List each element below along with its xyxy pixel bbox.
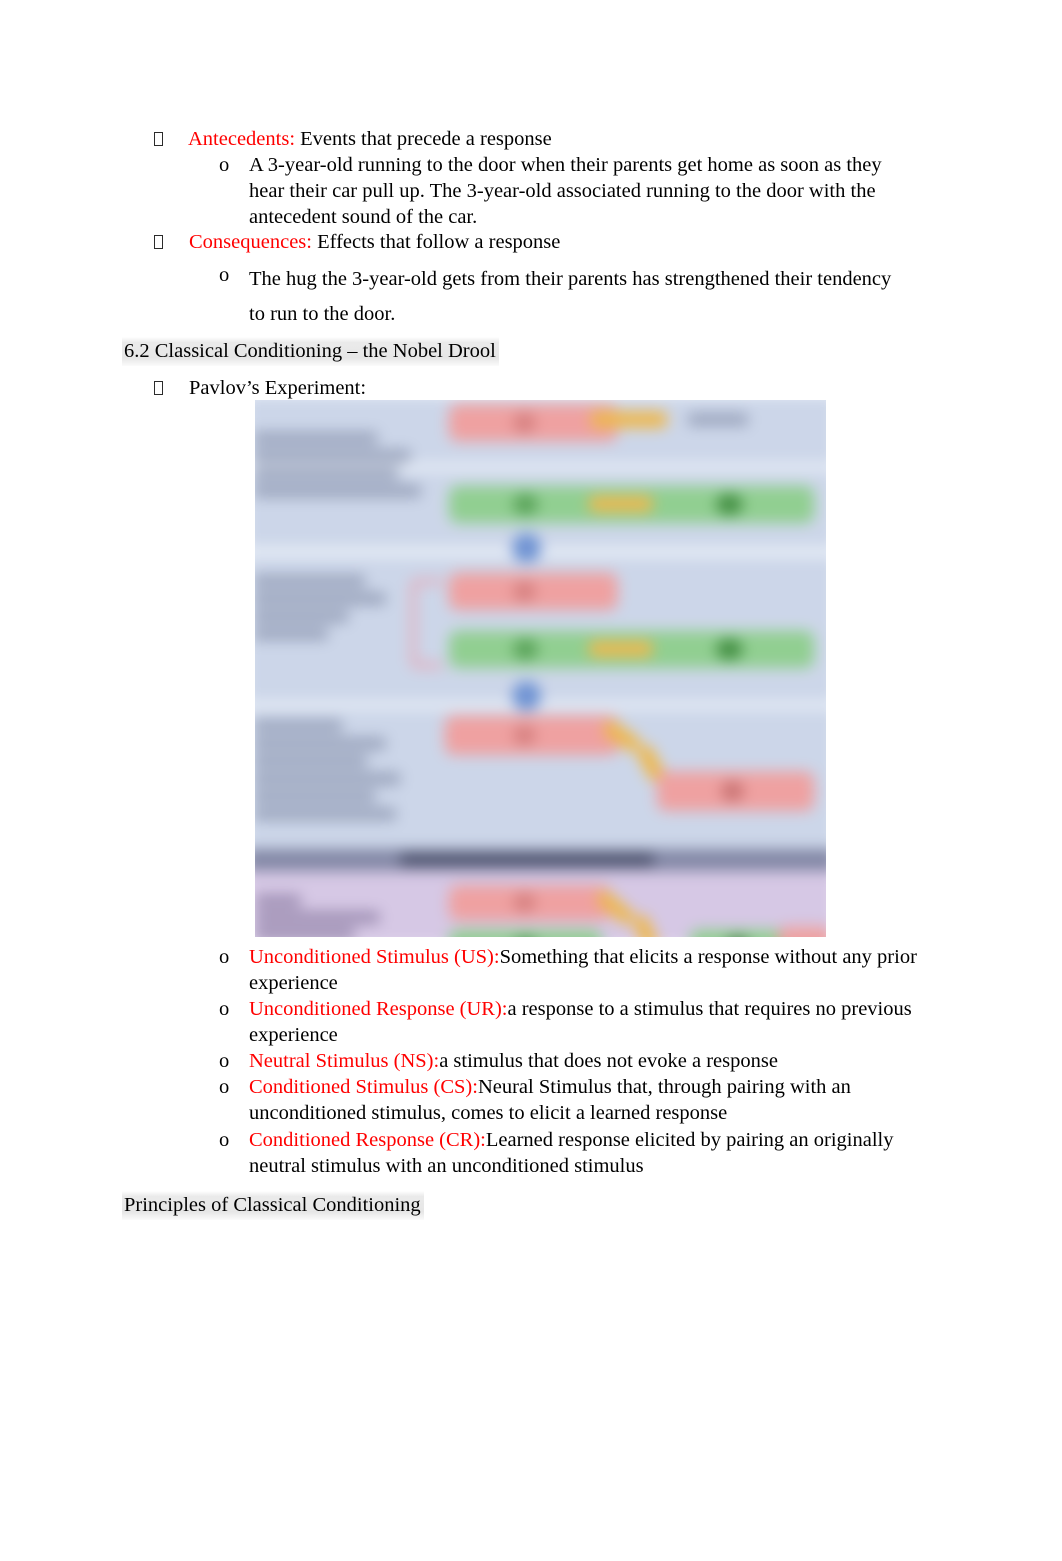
pavlov-classical-conditioning-diagram — [255, 400, 826, 937]
antecedents-term: Antecedents: — [188, 128, 296, 150]
diagram-p1-ur-glyph-right — [715, 494, 743, 515]
definition-us: Unconditioned Stimulus (US):Something th… — [249, 944, 949, 996]
antecedents-example-line-2: hear their car pull up. The 3-year-old a… — [249, 180, 876, 202]
definition-ur-text: a response to a stimulus that requires n… — [507, 998, 912, 1020]
diagram-p3-caption-line-2 — [255, 737, 386, 750]
diagram-p4-cr-box-left — [448, 929, 603, 937]
document-page: Antecedents: Events that precede a respo… — [0, 0, 1062, 1561]
definition-ns: Neutral Stimulus (NS):a stimulus that do… — [249, 1048, 949, 1074]
closing-heading: Principles of Classical Conditioning — [122, 1191, 424, 1220]
diagram-p2-pairing-bracket — [410, 578, 443, 668]
definition-us-term: Unconditioned Stimulus (US): — [249, 946, 500, 968]
antecedents-definition: Events that precede a response — [295, 128, 552, 150]
definition-cr-text: Learned response elicited by pairing an … — [485, 1129, 894, 1151]
diagram-p3-caption-line-6 — [255, 807, 397, 821]
diagram-p1-ur-box — [448, 485, 815, 524]
diagram-p2-ur-glyph-left — [513, 639, 538, 660]
diagram-p4-cr-glyph-left — [513, 936, 538, 937]
diagram-p4-cs-box — [448, 885, 611, 921]
square-bullet-icon-antecedents — [154, 126, 163, 152]
diagram-p3-cs-glyph — [513, 724, 536, 746]
diagram-p4-caption-line-3 — [255, 927, 355, 937]
definition-marker-ur: o — [219, 998, 230, 1020]
definition-us-line-1: Unconditioned Stimulus (US):Something th… — [249, 944, 949, 970]
diagram-p3-cr-box — [656, 771, 815, 811]
definition-us-line-2: experience — [249, 972, 338, 994]
consequences-definition: Effects that follow a response — [311, 231, 561, 253]
diagram-p2-ns-box — [448, 572, 618, 611]
square-bullet-icon-pavlov — [154, 375, 163, 401]
diagram-inner — [255, 400, 826, 937]
definition-cs-term: Conditioned Stimulus (CS): — [249, 1076, 478, 1098]
consequences-example-line-2: to run to the door. — [249, 303, 396, 325]
consequences-example-line-1: The hug the 3-year-old gets from their p… — [249, 268, 892, 290]
diagram-p3-caption-line-4 — [255, 772, 401, 785]
diagram-row-gap-3 — [255, 701, 826, 710]
diagram-p1-caption-line-2 — [255, 449, 411, 463]
definition-ur-line-1: Unconditioned Response (UR):a response t… — [249, 996, 949, 1022]
diagram-p2-ns-glyph — [513, 581, 536, 602]
diagram-p3-caption-line-3 — [255, 754, 368, 768]
definition-cs-line-2: unconditioned stimulus, comes to elicit … — [249, 1102, 728, 1124]
definition-marker-us: o — [219, 946, 230, 968]
definition-cs-line-1: Conditioned Stimulus (CS):Neural Stimulu… — [249, 1074, 949, 1100]
definition-us-text: Something that elicits a response withou… — [499, 946, 917, 968]
definition-ur: Unconditioned Response (UR):a response t… — [249, 996, 949, 1048]
definition-ns-line-1: Neutral Stimulus (NS):a stimulus that do… — [249, 1048, 949, 1074]
diagram-plus-dot-1 — [512, 533, 542, 563]
diagram-p2-ur-glyph-right — [715, 639, 743, 660]
antecedents-example-line-1: A 3-year-old running to the door when th… — [249, 154, 882, 176]
diagram-p4-cs-glyph — [513, 892, 536, 913]
definition-cr-line-2: neutral stimulus with an unconditioned s… — [249, 1155, 644, 1177]
diagram-p4-caption-line-1 — [255, 894, 301, 908]
section-heading: 6.2 Classical Conditioning – the Nobel D… — [122, 337, 499, 366]
consequences-example: The hug the 3-year-old gets from their p… — [249, 262, 939, 332]
diagram-p1-us-glyph — [513, 412, 536, 434]
definition-marker-ns: o — [219, 1050, 230, 1072]
definition-ns-text: a stimulus that does not evoke a respons… — [439, 1050, 778, 1072]
diagram-p3-caption-line-5 — [255, 790, 376, 803]
diagram-p3-cs-box — [444, 715, 619, 755]
diagram-plus-dot-2 — [512, 681, 542, 711]
definition-marker-cs: o — [219, 1076, 230, 1098]
diagram-p2-caption-line-4 — [255, 627, 328, 641]
pavlov-experiment-label: Pavlov’s Experiment: — [189, 377, 367, 399]
diagram-p2-caption-line-2 — [255, 592, 386, 605]
definition-cr-term: Conditioned Response (CR): — [249, 1129, 486, 1151]
definition-ur-line-2: experience — [249, 1024, 338, 1046]
diagram-p1-caption-line-4 — [255, 484, 421, 498]
diagram-divider-bar — [255, 849, 826, 871]
diagram-p1-ur-arrow — [588, 496, 653, 512]
diagram-p2-caption-line-3 — [255, 610, 349, 623]
diagram-p1-caption-line-1 — [255, 432, 378, 445]
diagram-p2-ur-arrow — [588, 641, 653, 657]
antecedents-heading-line: Antecedents: Events that precede a respo… — [188, 126, 552, 152]
definition-cs-text: Neural Stimulus that, through pairing wi… — [477, 1076, 851, 1098]
antecedents-example-line-3: antecedent sound of the car. — [249, 206, 478, 228]
square-bullet-icon-consequences — [154, 229, 163, 255]
sub-bullet-marker-antecedents: o — [219, 154, 230, 176]
definition-ns-term: Neutral Stimulus (NS): — [249, 1050, 440, 1072]
diagram-p4-cr-glyph-right — [725, 936, 751, 937]
definition-cs: Conditioned Stimulus (CS):Neural Stimulu… — [249, 1074, 949, 1126]
diagram-p2-ur-box — [448, 630, 815, 668]
diagram-p4-caption-line-2 — [255, 911, 380, 924]
diagram-p4-extra-box — [778, 926, 826, 937]
diagram-p1-arrow — [590, 411, 668, 428]
antecedents-example: A 3-year-old running to the door when th… — [249, 152, 909, 230]
definition-ur-term: Unconditioned Response (UR): — [249, 998, 508, 1020]
diagram-divider-caption — [400, 853, 654, 866]
definition-marker-cr: o — [219, 1129, 230, 1151]
diagram-p2-caption-line-1 — [255, 574, 366, 588]
diagram-p3-cr-glyph — [721, 780, 744, 802]
definition-cr-line-1: Conditioned Response (CR):Learned respon… — [249, 1127, 949, 1153]
sub-bullet-marker-consequences: o — [219, 264, 230, 286]
diagram-p3-caption-line-1 — [255, 719, 343, 733]
diagram-p1-right-label — [687, 413, 749, 426]
diagram-p1-ur-glyph-left — [513, 494, 538, 515]
diagram-p1-caption-line-3 — [255, 467, 399, 480]
consequences-term: Consequences: — [189, 231, 312, 253]
consequences-heading-line: Consequences: Effects that follow a resp… — [189, 229, 560, 255]
definition-cr: Conditioned Response (CR):Learned respon… — [249, 1127, 949, 1179]
